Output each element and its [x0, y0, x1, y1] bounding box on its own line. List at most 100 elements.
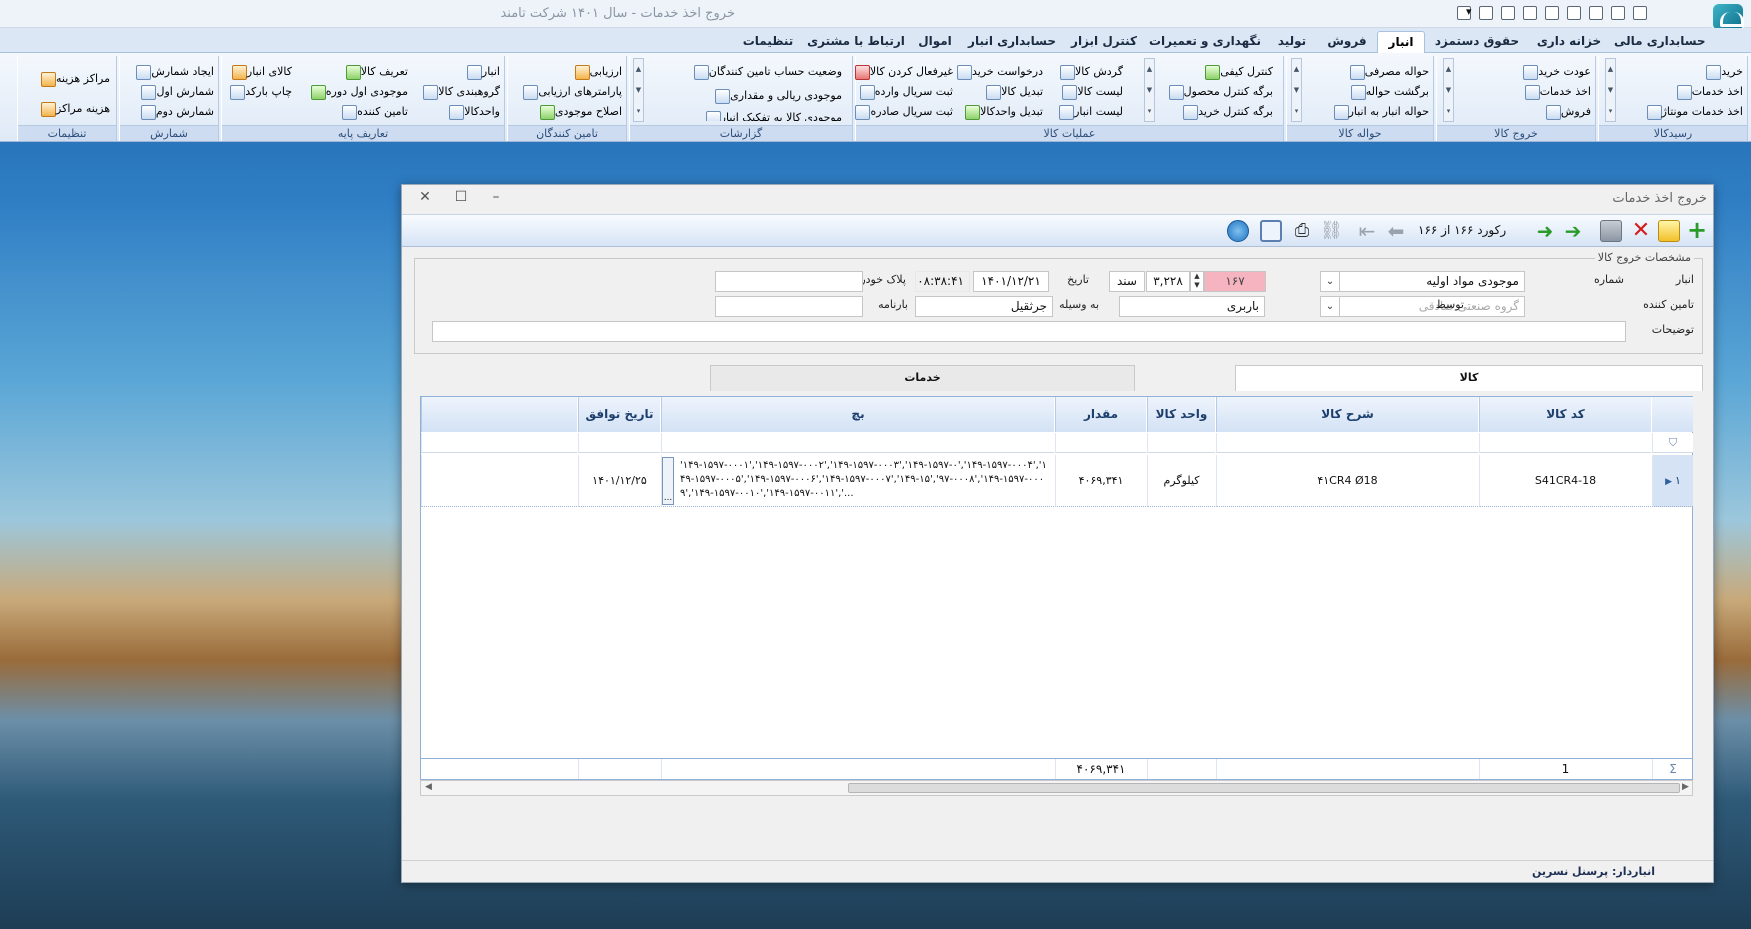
- ribbon-item-darkhast-kharid[interactable]: درخواست خرید: [953, 62, 1043, 81]
- ribbon-item-serial-sadere[interactable]: ثبت سریال صادره: [851, 102, 953, 121]
- delete-icon[interactable]: ✕: [1630, 220, 1652, 242]
- tamin-field[interactable]: گروه صنعتی صادقی: [1339, 296, 1525, 317]
- tab-hesabdari-anbar[interactable]: حسابداری انبار: [964, 31, 1060, 53]
- column-header-code[interactable]: کد کالا: [1479, 397, 1651, 432]
- ribbon-item-anbar[interactable]: انبار: [463, 62, 500, 81]
- ribbon-item-gardesh-kala[interactable]: گردش کالا: [1056, 62, 1123, 81]
- shomare-spinner[interactable]: ▲ ▼: [1190, 271, 1204, 292]
- tab-tolid[interactable]: تولید: [1267, 31, 1317, 53]
- column-header-desc[interactable]: شرح کالا: [1216, 397, 1478, 432]
- anbar-dropdown-icon[interactable]: ⌄: [1320, 271, 1340, 292]
- ribbon-item-chap-barcode[interactable]: چاپ بارکد: [226, 82, 292, 101]
- maximize-icon[interactable]: ☐: [451, 189, 471, 205]
- filter-cell[interactable]: [1147, 433, 1215, 453]
- user-icon[interactable]: [1611, 6, 1625, 20]
- tamin-dropdown-icon[interactable]: ⌄: [1320, 296, 1340, 317]
- scroll-right-icon[interactable]: ▶: [1682, 782, 1689, 792]
- ribbon-item-serial-varede[interactable]: ثبت سریال وارده: [856, 82, 953, 101]
- filter-cell[interactable]: [578, 433, 660, 453]
- filter-cell[interactable]: [1479, 433, 1651, 453]
- refresh-icon[interactable]: [1227, 220, 1249, 242]
- address-book-icon[interactable]: [1501, 6, 1515, 20]
- column-header-date[interactable]: تاریخ توافق: [578, 397, 660, 432]
- filter-cell[interactable]: [1055, 433, 1146, 453]
- ribbon-scroll[interactable]: ▲ ▼ ▾: [1144, 58, 1155, 122]
- cell-empty[interactable]: [421, 455, 577, 507]
- filter-cell[interactable]: [661, 433, 1054, 453]
- filter-cell[interactable]: [421, 433, 577, 453]
- edit-icon[interactable]: [1658, 220, 1680, 242]
- tavasot-field[interactable]: باربری: [1119, 296, 1265, 317]
- add-icon[interactable]: +: [1686, 218, 1708, 242]
- tab-tanzimat[interactable]: تنظیمات: [734, 31, 802, 53]
- ribbon-item-parametr-arzyabi[interactable]: پارامترهای ارزیابی: [519, 82, 622, 101]
- cell-desc[interactable]: ۴۱CR4 Ø18: [1216, 455, 1478, 507]
- cell-qty[interactable]: ۴۰۶۹,۳۴۱: [1055, 455, 1146, 507]
- ribbon-scroll[interactable]: ▲ ▼ ▾: [1605, 58, 1616, 122]
- sanad-field[interactable]: ۳,۲۲۸: [1146, 271, 1190, 292]
- print-icon[interactable]: ⎙: [1291, 220, 1313, 242]
- ribbon-scroll[interactable]: ▲ ▼ ▾: [633, 58, 644, 122]
- ribbon-item-kontrol-kharid[interactable]: برگه کنترل خرید: [1179, 102, 1273, 121]
- pelak-field[interactable]: [715, 271, 863, 292]
- ribbon-scroll[interactable]: ▲ ▼ ▾: [1291, 58, 1302, 122]
- ribbon-item-kontrol-mahsool[interactable]: برگه کنترل محصول: [1165, 82, 1273, 101]
- save-icon[interactable]: [1600, 220, 1622, 242]
- last-record-icon[interactable]: ➔: [1562, 220, 1584, 242]
- anbar-field[interactable]: موجودی مواد اولیه: [1339, 271, 1525, 292]
- filter-icon[interactable]: ⛉: [1652, 433, 1693, 453]
- tab-kala[interactable]: کالا: [1235, 365, 1703, 391]
- ribbon-item-anbar-be-anbar[interactable]: حواله انبار به انبار: [1330, 102, 1429, 121]
- ribbon-item-foroosh[interactable]: فروش: [1542, 102, 1591, 121]
- tarikh-field[interactable]: ۱۴۰۱/۱۲/۲۱: [973, 271, 1049, 292]
- tab-kontrol-abzar[interactable]: کنترل ابزار: [1064, 31, 1144, 53]
- layout-icon[interactable]: [1260, 220, 1282, 242]
- vasile-field[interactable]: جرثقیل: [915, 296, 1053, 317]
- ribbon-item-list-kala[interactable]: لیست کالا: [1058, 82, 1123, 101]
- ribbon-item-akhz-khadamat[interactable]: اخذ خدمات: [1673, 82, 1743, 101]
- column-header-unit[interactable]: واحد کالا: [1147, 397, 1215, 432]
- ribbon-item-ijad-shomaresh[interactable]: ایجاد شمارش: [132, 62, 214, 81]
- tab-crm[interactable]: ارتباط با مشتری: [806, 31, 906, 53]
- ribbon-item-hazine-marakez[interactable]: هزینه مراکز: [37, 99, 110, 118]
- ribbon-item-vahed-kala[interactable]: واحدکالا: [445, 102, 500, 121]
- batch-ellipsis-button[interactable]: ...: [662, 457, 674, 505]
- tab-khazane[interactable]: خزانه داری: [1529, 31, 1609, 53]
- row-number[interactable]: ▶ ۱: [1652, 455, 1693, 507]
- column-header-qty[interactable]: مقدار: [1055, 397, 1146, 432]
- close-icon[interactable]: ✕: [415, 189, 435, 205]
- ribbon-item-taarif-kala[interactable]: تعریف کالا: [342, 62, 408, 81]
- quick-access-dropdown-icon[interactable]: ▾: [1466, 5, 1472, 18]
- ribbon-item-list-anbar[interactable]: لیست انبار: [1055, 102, 1123, 121]
- tab-amval[interactable]: اموال: [910, 31, 960, 53]
- scroll-thumb[interactable]: [848, 783, 1680, 793]
- tab-anbar[interactable]: انبار: [1377, 31, 1425, 53]
- ribbon-item-oodat-kharid[interactable]: عودت خرید: [1519, 62, 1591, 81]
- cell-code[interactable]: S41CR4-18: [1479, 455, 1651, 507]
- filter-cell[interactable]: [1216, 433, 1478, 453]
- cell-date[interactable]: ۱۴۰۱/۱۲/۲۵: [578, 455, 660, 507]
- bell-icon[interactable]: [1545, 6, 1559, 20]
- tab-hoghoogh[interactable]: حقوق دستمزد: [1430, 31, 1524, 53]
- ribbon-item-tabdil-kala[interactable]: تبدیل کالا: [982, 82, 1043, 101]
- horizontal-scrollbar[interactable]: ◀ ▶: [420, 780, 1693, 796]
- tab-negahdari[interactable]: نگهداری و تعمیرات: [1148, 31, 1262, 53]
- prev-record-icon[interactable]: ⬅: [1385, 220, 1407, 242]
- ribbon-item-kharid[interactable]: خرید: [1702, 62, 1743, 81]
- ribbon-item-mojoodi-tafkik[interactable]: موجودی کالا به تفکیک انبار: [702, 108, 842, 121]
- ribbon-item-montaj[interactable]: اخذ خدمات مونتاژ: [1643, 102, 1743, 121]
- ribbon-item-havale-masrafi[interactable]: حواله مصرفی: [1346, 62, 1429, 81]
- link-icon[interactable]: ⛓: [1320, 220, 1343, 242]
- ribbon-item-mojoodi-riali[interactable]: موجودی ریالی و مقداری: [711, 86, 842, 105]
- ribbon-item-kontrol-keyfi[interactable]: کنترل کیفی: [1201, 62, 1273, 81]
- ribbon-item-marakez-hazine[interactable]: مراکز هزینه: [37, 69, 110, 88]
- shomare-field[interactable]: ۱۶۷: [1204, 271, 1266, 292]
- ribbon-item-shomaresh-dovom[interactable]: شمارش دوم: [137, 102, 214, 121]
- cell-unit[interactable]: کیلوگرم: [1147, 455, 1215, 507]
- ribbon-item-tabdil-vahed[interactable]: تبدیل واحدکالا: [961, 102, 1043, 121]
- keyboard-icon[interactable]: [1589, 6, 1603, 20]
- barname-field[interactable]: [715, 296, 863, 317]
- notes-icon[interactable]: [1523, 6, 1537, 20]
- ribbon-item-akhz-khadamat-out[interactable]: اخذ خدمات: [1521, 82, 1591, 101]
- ribbon-item-kalaye-anbar[interactable]: کالای انبار: [228, 62, 292, 81]
